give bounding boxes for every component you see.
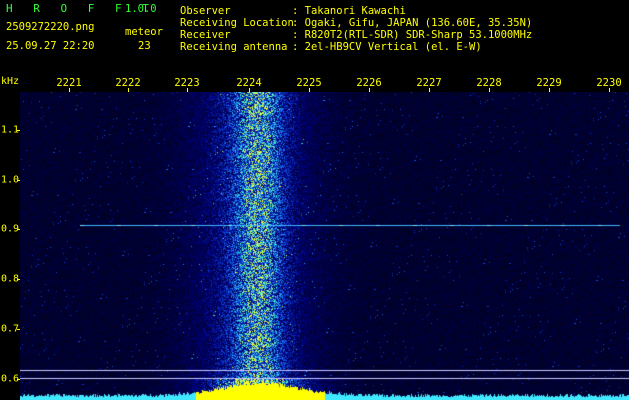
location-label: Receiving Location — [180, 17, 294, 29]
observer-label: Observer — [180, 5, 231, 17]
y-axis-unit: kHz — [1, 76, 20, 87]
location-value: : Ogaki, Gifu, JAPAN (136.60E, 35.35N) — [292, 17, 533, 29]
x-axis-ticks: 2221 2222 2223 2224 2225 2226 2227 2228 2229 2230 — [20, 75, 629, 92]
file-name: 2509272220.png — [6, 21, 95, 33]
receiver-value: : R820T2(RTL-SDR) SDR-Sharp 53.1000MHz — [292, 29, 533, 41]
meteor-count-label: meteor — [125, 26, 163, 38]
antenna-label: Receiving antenna — [180, 41, 288, 53]
observer-value: : Takanori Kawachi — [292, 5, 406, 17]
header-panel: H R O F F T 1.0.0 2509272220.png meteor … — [0, 0, 629, 75]
app-version: 1.0.0 — [125, 3, 157, 15]
y-axis: kHz 1.1 1.0 0.9 0.8 0.7 0.6 — [0, 75, 20, 400]
receiver-label: Receiver — [180, 29, 231, 41]
meteor-count-value: 23 — [138, 40, 151, 52]
antenna-value: : 2el-HB9CV Vertical (el. E-W) — [292, 41, 482, 53]
spectrogram-waterfall — [20, 92, 629, 400]
capture-datetime: 25.09.27 22:20 — [6, 40, 95, 52]
